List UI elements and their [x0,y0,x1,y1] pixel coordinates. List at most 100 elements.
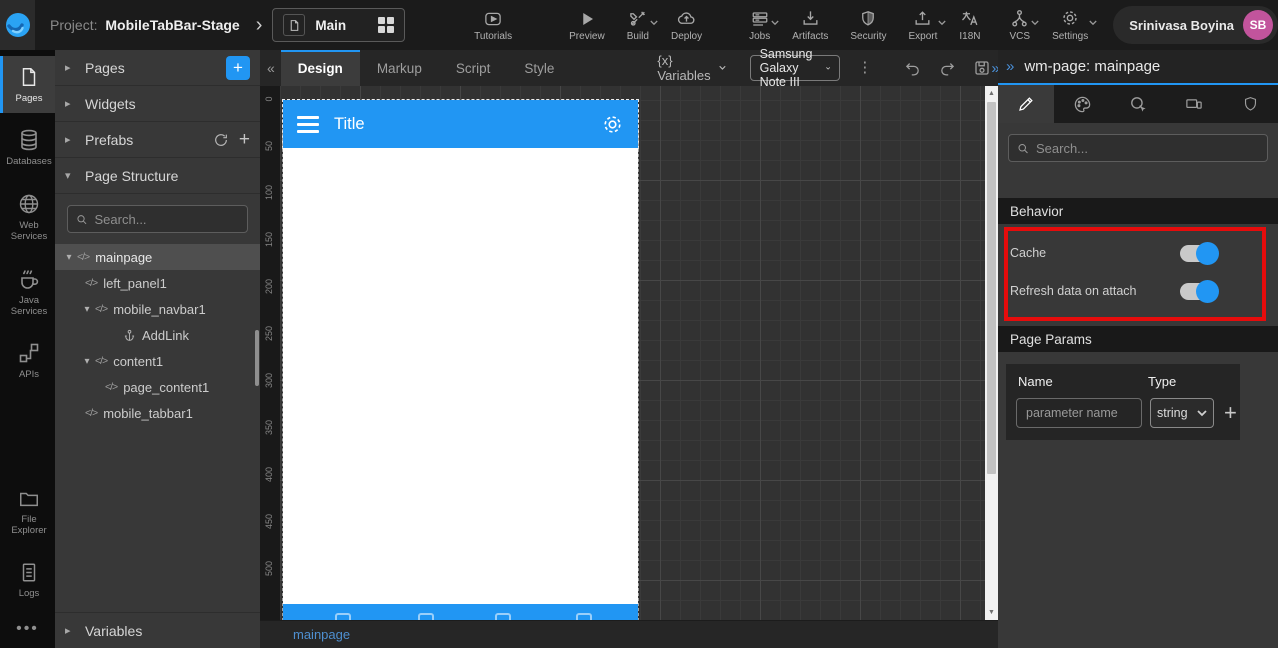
tab-events[interactable] [1110,85,1166,123]
add-page-button[interactable]: + [226,55,250,80]
mobile-navbar-widget[interactable]: Title [282,99,639,149]
tutorials-button[interactable]: Tutorials [474,8,512,42]
section-variables[interactable]: ▸ Variables [55,612,260,648]
canvas-ruler: 0 50 100 150 200 250 300 350 400 450 500 [260,86,280,620]
tree-item-addlink[interactable]: AddLink [55,322,260,348]
section-page-structure[interactable]: ▾ Page Structure [55,158,260,194]
user-menu[interactable]: Srinivasa Boyina SB [1113,6,1278,44]
tree-item-page-content1[interactable]: </> page_content1 [55,374,260,400]
scroll-down-icon[interactable]: ▼ [988,605,995,620]
add-parameter-button[interactable]: + [1224,400,1237,426]
export-button[interactable]: Export [908,8,947,42]
parameter-type-select[interactable]: string [1150,398,1214,428]
java-services-icon [21,269,39,289]
save-icon[interactable] [973,59,991,77]
page-selector-value: Main [315,17,347,33]
sidebar-item-java-services[interactable]: Java Services [0,258,55,327]
security-button[interactable]: Security [850,8,886,42]
section-pages[interactable]: ▸ Pages + [55,50,260,86]
tab-devices[interactable] [1166,85,1222,123]
export-caret-icon [938,20,947,26]
build-label: Build [626,31,649,42]
page-grid-icon[interactable] [378,17,395,33]
deploy-button[interactable]: Deploy [671,8,702,42]
tree-item-mobile-tabbar1[interactable]: </> mobile_tabbar1 [55,400,260,426]
cache-toggle[interactable] [1180,241,1219,265]
jobs-button[interactable]: Jobs [749,8,779,42]
tree-search-input[interactable] [94,211,239,227]
sidebar-more-button[interactable]: ••• [0,608,55,648]
anchor-icon [123,329,136,342]
section-widgets-label: Widgets [85,95,136,112]
page-content-widget[interactable] [283,148,638,604]
sidebar-item-apis[interactable]: APIs [0,332,55,389]
scrollbar-thumb[interactable] [987,102,996,474]
device-select[interactable]: Samsung Galaxy Note III [749,47,841,89]
project-chevron-icon[interactable]: › [256,14,263,37]
wavemaker-logo[interactable] [0,0,36,50]
page-tab-mainpage[interactable]: mainpage [260,627,350,642]
build-button[interactable]: Build [626,8,658,42]
section-prefabs[interactable]: ▸ Prefabs + [55,122,260,158]
tab-design[interactable]: Design [280,50,360,86]
tree-item-label: mainpage [95,249,153,265]
tree-item-mobile-navbar1[interactable]: ▾ </> mobile_navbar1 [55,296,260,322]
more-options-icon[interactable]: ⋮ [857,60,872,75]
tabbar-icon [418,613,434,620]
tree-item-left-panel1[interactable]: </> left_panel1 [55,270,260,296]
variables-collapse-icon: ▸ [65,625,71,637]
redo-icon[interactable] [938,60,957,77]
parameter-name-input[interactable] [1016,398,1142,428]
mobile-navbar1-expand-icon[interactable]: ▾ [81,304,93,315]
panel-expand-icon[interactable]: » [1006,58,1014,75]
design-canvas[interactable]: 0 50 100 150 200 250 300 350 400 450 500 Title [260,86,998,620]
scroll-up-icon[interactable]: ▲ [988,86,995,101]
page-params-input-row: string + [1006,398,1240,428]
prefabs-add-icon[interactable]: + [239,129,250,151]
mainpage-expand-icon[interactable]: ▾ [63,252,75,263]
tab-security[interactable] [1222,85,1278,123]
tab-script[interactable]: Script [439,50,508,86]
tree-item-mainpage[interactable]: ▾ </> mainpage [55,244,260,270]
refresh-data-toggle[interactable] [1180,279,1219,303]
left-panel-scrollbar[interactable] [255,330,259,386]
vcs-button[interactable]: VCS [1010,8,1039,42]
properties-search-input[interactable] [1035,140,1259,156]
tab-properties[interactable] [998,85,1054,123]
section-widgets[interactable]: ▸ Widgets [55,86,260,122]
page-selector[interactable]: Main [272,8,406,42]
variables-dropdown[interactable]: {x} Variables [657,53,726,83]
sidebar-item-logs[interactable]: Logs [0,552,55,608]
preview-button[interactable]: Preview [569,8,605,42]
security-label: Security [850,31,887,42]
sidebar-item-web-services[interactable]: Web Services [0,183,55,252]
tab-styles[interactable] [1054,85,1110,123]
sidebar-item-pages[interactable]: Pages [0,56,55,114]
canvas-scrollbar[interactable]: ▲ ▼ [985,86,998,620]
type-column-header: Type [1148,373,1177,389]
section-variables-label: Variables [85,622,143,639]
i18n-button[interactable]: I18N [959,8,981,42]
vcs-icon [1010,8,1029,28]
settings-button[interactable]: Settings [1052,8,1097,42]
content1-expand-icon[interactable]: ▾ [81,356,93,367]
tab-style[interactable]: Style [507,50,571,86]
collapse-left-panel-icon[interactable]: « [267,60,275,76]
sidebar-item-databases[interactable]: Databases [0,119,55,176]
undo-icon[interactable] [903,60,922,77]
selected-widget-title: wm-page: mainpage [1024,58,1161,75]
artifacts-button[interactable]: Artifacts [792,8,828,42]
tab-markup[interactable]: Markup [360,50,439,86]
prefabs-refresh-icon[interactable] [213,132,229,148]
sidebar-pages-label: Pages [15,93,43,104]
mobile-tabbar-widget[interactable] [283,604,638,620]
sidebar-item-file-explorer[interactable]: File Explorer [0,479,55,546]
page-structure-expand-icon: ▾ [65,170,71,182]
palette-icon [1074,96,1090,112]
page-structure-search [55,194,260,244]
tree-item-content1[interactable]: ▾ </> content1 [55,348,260,374]
phone-preview[interactable]: Title [282,99,639,620]
navbar-gear-icon[interactable] [601,113,624,136]
hamburger-icon[interactable] [297,115,319,133]
logs-icon [22,563,36,582]
